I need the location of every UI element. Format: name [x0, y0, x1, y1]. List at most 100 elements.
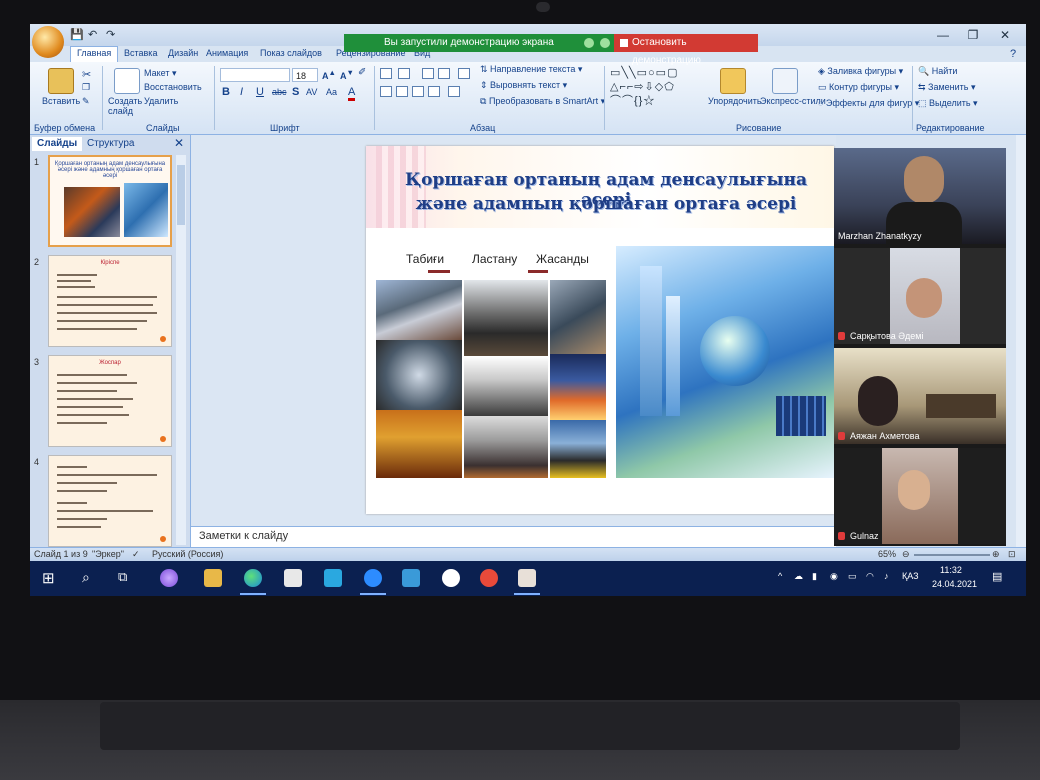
zoom-out-icon[interactable]: ⊖	[902, 549, 910, 560]
text-direction-button[interactable]: ⇅ Направление текста ▾	[480, 64, 582, 75]
notifications-icon[interactable]: ▤	[992, 570, 1002, 583]
cortana-icon[interactable]	[160, 569, 178, 587]
cut-icon[interactable]: ✂	[82, 68, 91, 81]
tab-slides[interactable]: Слайды	[32, 137, 83, 151]
onedrive-icon[interactable]: ☁	[794, 571, 803, 582]
language-indicator[interactable]: Русский (Россия)	[152, 549, 223, 559]
underline-button[interactable]: U	[256, 86, 264, 98]
shapes-gallery[interactable]: ▭╲╲▭○▭▢ △⌐⌐⇨⇩◇⬠ ⌒⌒{}☆	[610, 66, 702, 110]
numbering-icon[interactable]	[398, 68, 410, 79]
maximize-button[interactable]: ❐	[960, 26, 986, 44]
tab-design[interactable]: Дизайн	[168, 48, 198, 58]
participant-tile[interactable]: Gulnaz	[834, 448, 1006, 544]
close-pane-icon[interactable]: ✕	[174, 136, 184, 150]
font-size-combo[interactable]: 18	[292, 68, 318, 82]
new-slide-icon[interactable]	[114, 68, 140, 94]
font-color-button[interactable]: A	[348, 86, 356, 101]
italic-button[interactable]: I	[240, 86, 243, 98]
clear-format-icon[interactable]: ✐	[358, 67, 366, 78]
yandex-icon[interactable]	[480, 569, 498, 587]
arrange-button[interactable]: Упорядочить	[708, 96, 762, 106]
reset-button[interactable]: Восстановить	[144, 82, 202, 92]
tab-home[interactable]: Главная	[70, 46, 119, 63]
thumbnails-scroll-thumb[interactable]	[177, 165, 185, 225]
task-view-icon[interactable]: ⧉	[118, 569, 127, 585]
paste-icon[interactable]	[48, 68, 74, 94]
new-slide-button[interactable]: Создать слайд	[108, 96, 148, 116]
tab-animation[interactable]: Анимация	[206, 48, 248, 58]
current-slide[interactable]: Қоршаған ортаның адам денсаулығына әсері…	[366, 146, 834, 514]
shape-fill-button[interactable]: ◈ Заливка фигуры ▾	[818, 66, 903, 77]
help-icon[interactable]: ?	[1010, 48, 1016, 60]
clock-date[interactable]: 24.04.2021	[932, 579, 977, 589]
redo-icon[interactable]: ↷	[106, 28, 118, 41]
align-right-icon[interactable]	[412, 86, 424, 97]
bullets-icon[interactable]	[380, 68, 392, 79]
delete-slide-button[interactable]: Удалить	[144, 96, 178, 106]
spellcheck-icon[interactable]: ✓	[132, 549, 140, 560]
minimize-button[interactable]: —	[930, 26, 956, 44]
quick-styles-icon[interactable]	[772, 68, 798, 94]
quick-styles-button[interactable]: Экспресс-стили	[760, 96, 826, 106]
save-icon[interactable]: 💾	[70, 28, 84, 41]
strikethrough-button[interactable]: abc	[272, 87, 287, 97]
copy-icon[interactable]: ❐	[82, 82, 90, 93]
tab-insert[interactable]: Вставка	[124, 48, 157, 58]
pause-share-icon[interactable]	[584, 38, 594, 48]
align-center-icon[interactable]	[396, 86, 408, 97]
tab-outline[interactable]: Структура	[82, 137, 139, 151]
undo-icon[interactable]: ↶	[88, 28, 100, 41]
edge-browser-icon[interactable]	[244, 569, 262, 587]
file-explorer-icon[interactable]	[204, 569, 222, 587]
decrease-indent-icon[interactable]	[422, 68, 434, 79]
label-artificial[interactable]: Жасанды	[536, 252, 589, 266]
share-options-icon[interactable]	[600, 38, 610, 48]
windows-start-icon[interactable]: ⊞	[42, 569, 55, 587]
slide-thumbnail-4[interactable]	[48, 455, 172, 547]
zoom-in-icon[interactable]: ⊕	[992, 549, 1000, 560]
usb-icon[interactable]: ▮	[812, 571, 817, 582]
change-case-button[interactable]: Aa	[326, 87, 337, 97]
volume-icon[interactable]: ♪	[884, 571, 889, 581]
forest-fire-image[interactable]	[376, 410, 462, 478]
shadow-button[interactable]: S	[292, 86, 299, 98]
mic-icon[interactable]: ◉	[830, 571, 838, 582]
wifi-icon[interactable]: ◠	[866, 571, 874, 582]
slide-thumbnail-3[interactable]: Жоспар	[48, 355, 172, 447]
find-button[interactable]: 🔍 Найти	[918, 66, 957, 77]
align-left-icon[interactable]	[380, 86, 392, 97]
line-spacing-icon[interactable]	[458, 68, 470, 79]
shrink-font-icon[interactable]: A▼	[340, 68, 354, 81]
bold-button[interactable]: B	[222, 86, 230, 98]
steam-train-image[interactable]	[464, 356, 548, 416]
app-l-icon[interactable]	[324, 569, 342, 587]
office-button[interactable]	[32, 26, 64, 58]
smokestacks-image[interactable]	[464, 416, 548, 478]
notes-pane[interactable]: Заметки к слайду	[191, 526, 836, 549]
store-icon[interactable]	[284, 569, 302, 587]
format-painter-icon[interactable]: ✎	[82, 96, 90, 107]
green-city-image[interactable]	[616, 246, 834, 478]
smartart-button[interactable]: ⧉ Преобразовать в SmartArt ▾	[480, 96, 605, 107]
rocket-launch-image[interactable]	[550, 354, 606, 420]
replace-button[interactable]: ⇆ Заменить ▾	[918, 82, 976, 93]
slide-thumbnail-2[interactable]: Кіріспе	[48, 255, 172, 347]
increase-indent-icon[interactable]	[438, 68, 450, 79]
participant-tile[interactable]: Сарқытова Әдемі	[834, 248, 1006, 344]
clock-time[interactable]: 11:32	[940, 565, 962, 575]
zoom-level[interactable]: 65%	[878, 549, 896, 559]
train-smoke-image[interactable]	[464, 280, 548, 356]
select-button[interactable]: ⬚ Выделить ▾	[918, 98, 978, 109]
traffic-jam-image[interactable]	[550, 420, 606, 478]
align-text-button[interactable]: ⇕ Выровнять текст ▾	[480, 80, 567, 91]
powerpoint-icon[interactable]	[518, 569, 536, 587]
yandex-browser-icon[interactable]	[442, 569, 460, 587]
participant-tile[interactable]: Marzhan Zhanatkyzy	[834, 148, 1006, 244]
tray-chevron-icon[interactable]: ^	[778, 571, 782, 581]
close-button[interactable]: ✕	[992, 26, 1018, 44]
label-natural[interactable]: Табиғи	[406, 252, 444, 266]
participant-tile[interactable]: Аяжан Ахметова	[834, 348, 1006, 444]
stop-share-button[interactable]: Остановить демонстрацию	[614, 34, 758, 66]
spacing-button[interactable]: AV	[306, 87, 317, 97]
slide-thumbnail-1[interactable]: Қоршаған ортаның адам денсаулығына әсері…	[48, 155, 172, 247]
